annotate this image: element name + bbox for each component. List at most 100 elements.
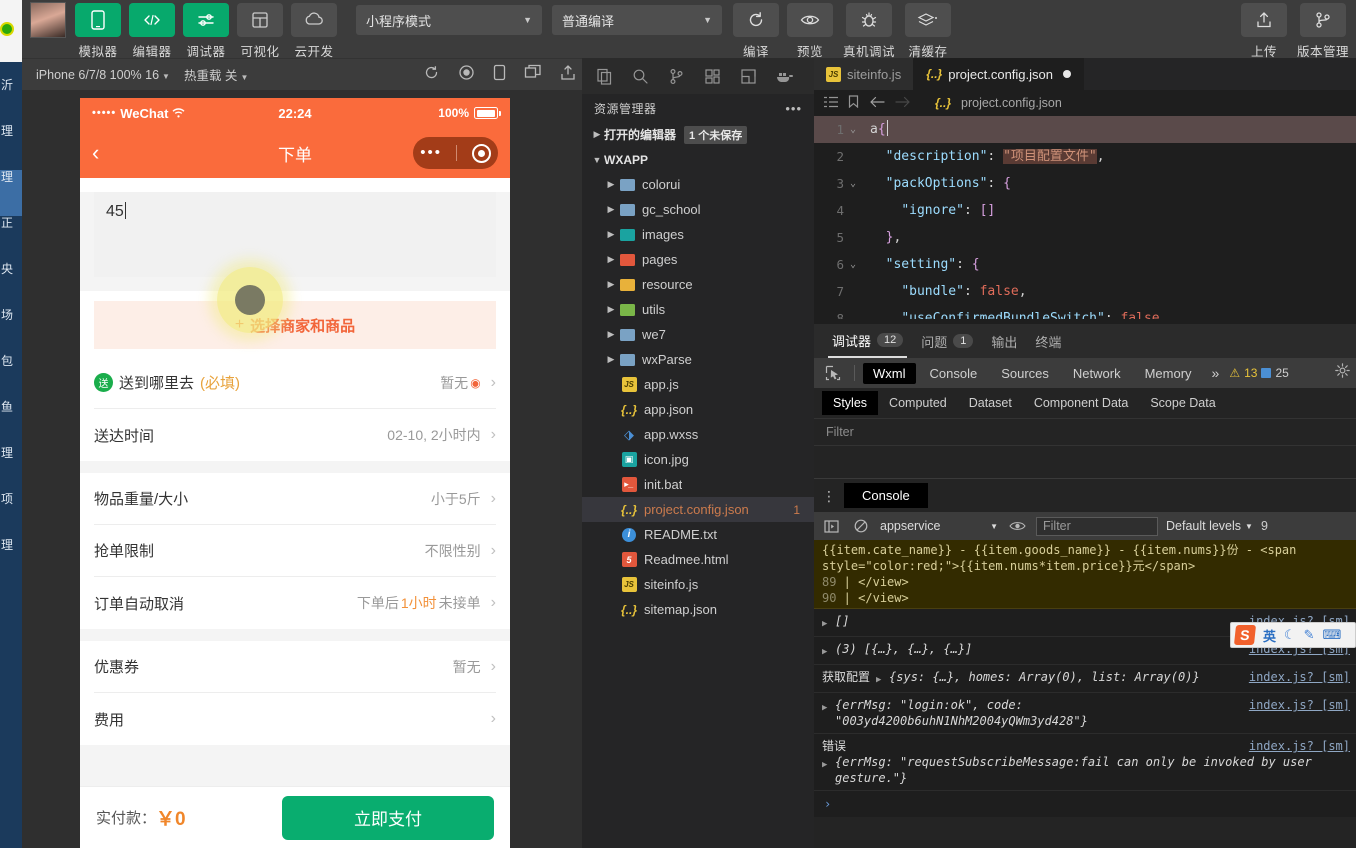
select-merchant-button[interactable]: + 选择商家和商品 bbox=[94, 301, 496, 349]
tree-folder-colorui[interactable]: ▶ colorui bbox=[582, 172, 814, 197]
tree-open-editors[interactable]: ▶ 打开的编辑器 1 个未保存 bbox=[582, 122, 814, 147]
rotate-icon[interactable] bbox=[423, 64, 440, 86]
more-icon[interactable]: ••• bbox=[420, 145, 442, 160]
message-count[interactable]: 25 bbox=[1261, 366, 1289, 380]
ime-moon-icon[interactable]: ☾ bbox=[1284, 627, 1296, 643]
order-note-textarea[interactable]: 45 bbox=[94, 192, 496, 277]
styles-filter-input[interactable]: Filter bbox=[814, 418, 1356, 446]
tree-file-app-js[interactable]: JS app.js bbox=[582, 372, 814, 397]
tree-folder-utils[interactable]: ▶ utils bbox=[582, 297, 814, 322]
compile-mode-select[interactable]: 小程序模式 ▼ bbox=[356, 5, 542, 35]
tree-project-root[interactable]: ▼ WXAPP bbox=[582, 147, 814, 172]
tree-folder-resource[interactable]: ▶ resource bbox=[582, 272, 814, 297]
ime-language-toggle[interactable]: 英 bbox=[1263, 626, 1276, 645]
toolbar-button-realdevice-debug[interactable]: 真机调试 bbox=[838, 0, 900, 60]
console-levels-select[interactable]: Default levels ▼ bbox=[1166, 519, 1253, 533]
ime-pen-icon[interactable]: ✎ bbox=[1304, 627, 1315, 643]
inspect-element-icon[interactable] bbox=[820, 362, 846, 384]
console-context-select[interactable]: appservice ▼ bbox=[880, 519, 998, 533]
tree-file-siteinfo-js[interactable]: JS siteinfo.js bbox=[582, 572, 814, 597]
ime-toolbar[interactable]: S 英 ☾ ✎ ⌨ bbox=[1230, 622, 1356, 648]
sogou-logo-icon[interactable]: S bbox=[1233, 625, 1257, 645]
expand-arrow-icon[interactable]: ▶ bbox=[822, 616, 830, 632]
device-select[interactable]: iPhone 6/7/8 100% 16 ▼ bbox=[36, 68, 170, 82]
device-icon[interactable] bbox=[493, 64, 506, 86]
inspector-tab-wxml[interactable]: Wxml bbox=[863, 362, 916, 384]
tree-file-init-bat[interactable]: ▸_ init.bat bbox=[582, 472, 814, 497]
row-delivery-time[interactable]: 送达时间 02-10, 2小时内 › bbox=[94, 409, 496, 461]
fold-chevron-icon[interactable]: ⌄ bbox=[844, 116, 862, 143]
docker-icon[interactable] bbox=[766, 61, 802, 91]
styles-tab-component-data[interactable]: Component Data bbox=[1023, 391, 1140, 415]
tree-folder-gc-school[interactable]: ▶ gc_school bbox=[582, 197, 814, 222]
inspector-tab-sources[interactable]: Sources bbox=[991, 363, 1059, 384]
multiscreen-icon[interactable] bbox=[524, 64, 542, 85]
row-coupon[interactable]: 优惠券 暂无 › bbox=[94, 641, 496, 693]
tree-folder-we7[interactable]: ▶ we7 bbox=[582, 322, 814, 347]
search-icon[interactable] bbox=[622, 61, 658, 91]
back-arrow-icon[interactable] bbox=[869, 96, 885, 111]
console-sidebar-icon[interactable] bbox=[820, 516, 842, 536]
console-filter-input[interactable]: Filter bbox=[1036, 516, 1158, 536]
tree-file-sitemap-json[interactable]: {..} sitemap.json bbox=[582, 597, 814, 622]
tree-file-icon-jpg[interactable]: ▣ icon.jpg bbox=[582, 447, 814, 472]
tree-folder-wxparse[interactable]: ▶ wxParse bbox=[582, 347, 814, 372]
toolbar-button-debugger[interactable]: 调试器 bbox=[180, 0, 232, 60]
tree-file-readmee-html[interactable]: 5 Readmee.html bbox=[582, 547, 814, 572]
tree-file-app-wxss[interactable]: ⬗ app.wxss bbox=[582, 422, 814, 447]
drawer-tab-console[interactable]: Console bbox=[844, 483, 928, 508]
hot-reload-select[interactable]: 热重载 关 ▼ bbox=[184, 65, 248, 84]
bookmark-icon[interactable] bbox=[848, 95, 859, 111]
tab-debugger[interactable]: 调试器 12 bbox=[828, 324, 908, 358]
log-source[interactable]: index.js? [sm] bbox=[1239, 669, 1350, 685]
tab-terminal[interactable]: 终端 bbox=[1031, 324, 1065, 358]
log-source[interactable]: index.js? [sm] bbox=[1239, 738, 1350, 754]
phone-simulator[interactable]: ••••• WeChat 22:24 100% ‹ 下单 ••• 45 选择商家… bbox=[80, 98, 510, 848]
expand-arrow-icon[interactable]: ▶ bbox=[822, 757, 830, 773]
inspector-tab-memory[interactable]: Memory bbox=[1135, 363, 1202, 384]
console-output[interactable]: {{item.cate_name}} - {{item.goods_name}}… bbox=[814, 540, 1356, 817]
tree-file-project-config-json[interactable]: {..} project.config.json 1 bbox=[582, 497, 814, 522]
record-icon[interactable] bbox=[458, 64, 475, 86]
styles-tab-styles[interactable]: Styles bbox=[822, 391, 879, 415]
toolbar-button-simulator[interactable]: 模拟器 bbox=[72, 0, 124, 60]
expand-arrow-icon[interactable]: ▶ bbox=[822, 644, 830, 660]
tree-file-app-json[interactable]: {..} app.json bbox=[582, 397, 814, 422]
toolbar-button-upload[interactable]: 上传 bbox=[1238, 0, 1290, 60]
pay-now-button[interactable]: 立即支付 bbox=[282, 795, 494, 840]
row-grab-limit[interactable]: 抢单限制 不限性别 › bbox=[94, 525, 496, 577]
toolbar-button-clear-cache[interactable]: 清缓存 bbox=[902, 0, 954, 60]
ime-keyboard-icon[interactable]: ⌨ bbox=[1323, 627, 1342, 643]
console-error-row[interactable]: 错误 index.js? [sm] ▶ {errMsg: "requestSub… bbox=[814, 734, 1356, 791]
files-icon[interactable] bbox=[586, 61, 622, 91]
console-log-row[interactable]: ▶ {errMsg: "login:ok", code: "003yd4200b… bbox=[814, 693, 1356, 734]
expand-arrow-icon[interactable]: ▶ bbox=[876, 672, 884, 688]
tab-problems[interactable]: 问题 1 bbox=[917, 324, 977, 358]
toolbar-button-compile[interactable]: 编译 bbox=[730, 0, 782, 60]
extensions-icon[interactable] bbox=[694, 61, 730, 91]
log-source[interactable]: index.js? [sm] bbox=[1239, 697, 1350, 713]
console-log-row[interactable]: 获取配置 ▶ {sys: {…}, homes: Array(0), list:… bbox=[814, 665, 1356, 693]
row-item-weight[interactable]: 物品重量/大小 小于5斤 › bbox=[94, 473, 496, 525]
toolbar-button-preview[interactable]: 预览 bbox=[784, 0, 836, 60]
gear-icon[interactable] bbox=[1335, 363, 1350, 383]
row-auto-cancel[interactable]: 订单自动取消 下单后 1小时 未接单 › bbox=[94, 577, 496, 629]
wechat-capsule[interactable]: ••• bbox=[413, 137, 498, 169]
inspector-tab-network[interactable]: Network bbox=[1063, 363, 1131, 384]
warning-count[interactable]: ⚠ 13 bbox=[1229, 366, 1257, 380]
more-tabs-icon[interactable]: » bbox=[1206, 365, 1226, 381]
layout-icon[interactable] bbox=[730, 61, 766, 91]
tree-folder-pages[interactable]: ▶ pages bbox=[582, 247, 814, 272]
row-delivery-address[interactable]: 送 送到哪里去 (必填) 暂无 ◉ › bbox=[94, 357, 496, 409]
outline-icon[interactable] bbox=[824, 96, 838, 111]
drawer-menu-icon[interactable]: ⋮ bbox=[822, 489, 836, 503]
toolbar-button-version-control[interactable]: 版本管理 bbox=[1292, 0, 1354, 60]
clear-console-icon[interactable] bbox=[850, 516, 872, 536]
toolbar-button-cloud[interactable]: 云开发 bbox=[288, 0, 340, 60]
screenshot-icon[interactable] bbox=[560, 64, 576, 86]
expand-arrow-icon[interactable]: ▶ bbox=[822, 700, 830, 716]
editor-tab-siteinfo-js[interactable]: JS siteinfo.js bbox=[814, 58, 915, 90]
user-avatar[interactable] bbox=[30, 2, 66, 38]
toolbar-button-visual[interactable]: 可视化 bbox=[234, 0, 286, 60]
toolbar-button-editor[interactable]: 编辑器 bbox=[126, 0, 178, 60]
